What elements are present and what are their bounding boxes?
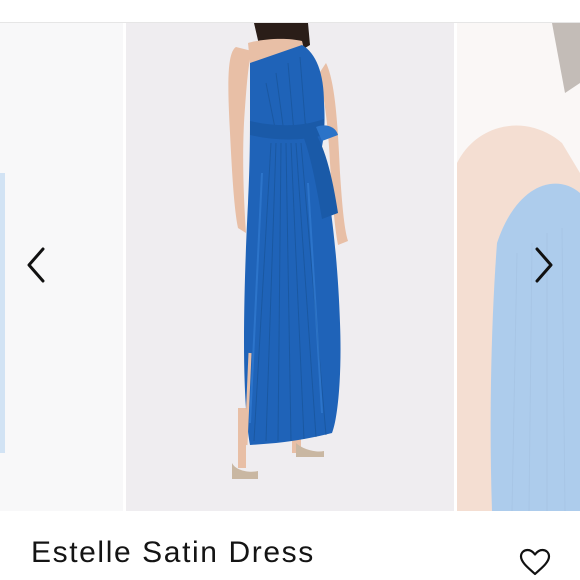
next-image-button[interactable]: [522, 241, 566, 289]
top-bar: [0, 0, 580, 23]
carousel-slide-current: [126, 23, 454, 511]
product-image: [126, 23, 454, 511]
image-carousel[interactable]: [0, 23, 580, 511]
chevron-left-icon: [27, 247, 45, 283]
product-title: Estelle Satin Dress: [31, 536, 315, 569]
favorite-button[interactable]: [514, 544, 556, 580]
previous-image-button[interactable]: [14, 241, 58, 289]
chevron-right-icon: [535, 247, 553, 283]
heart-outline-icon: [519, 548, 551, 576]
